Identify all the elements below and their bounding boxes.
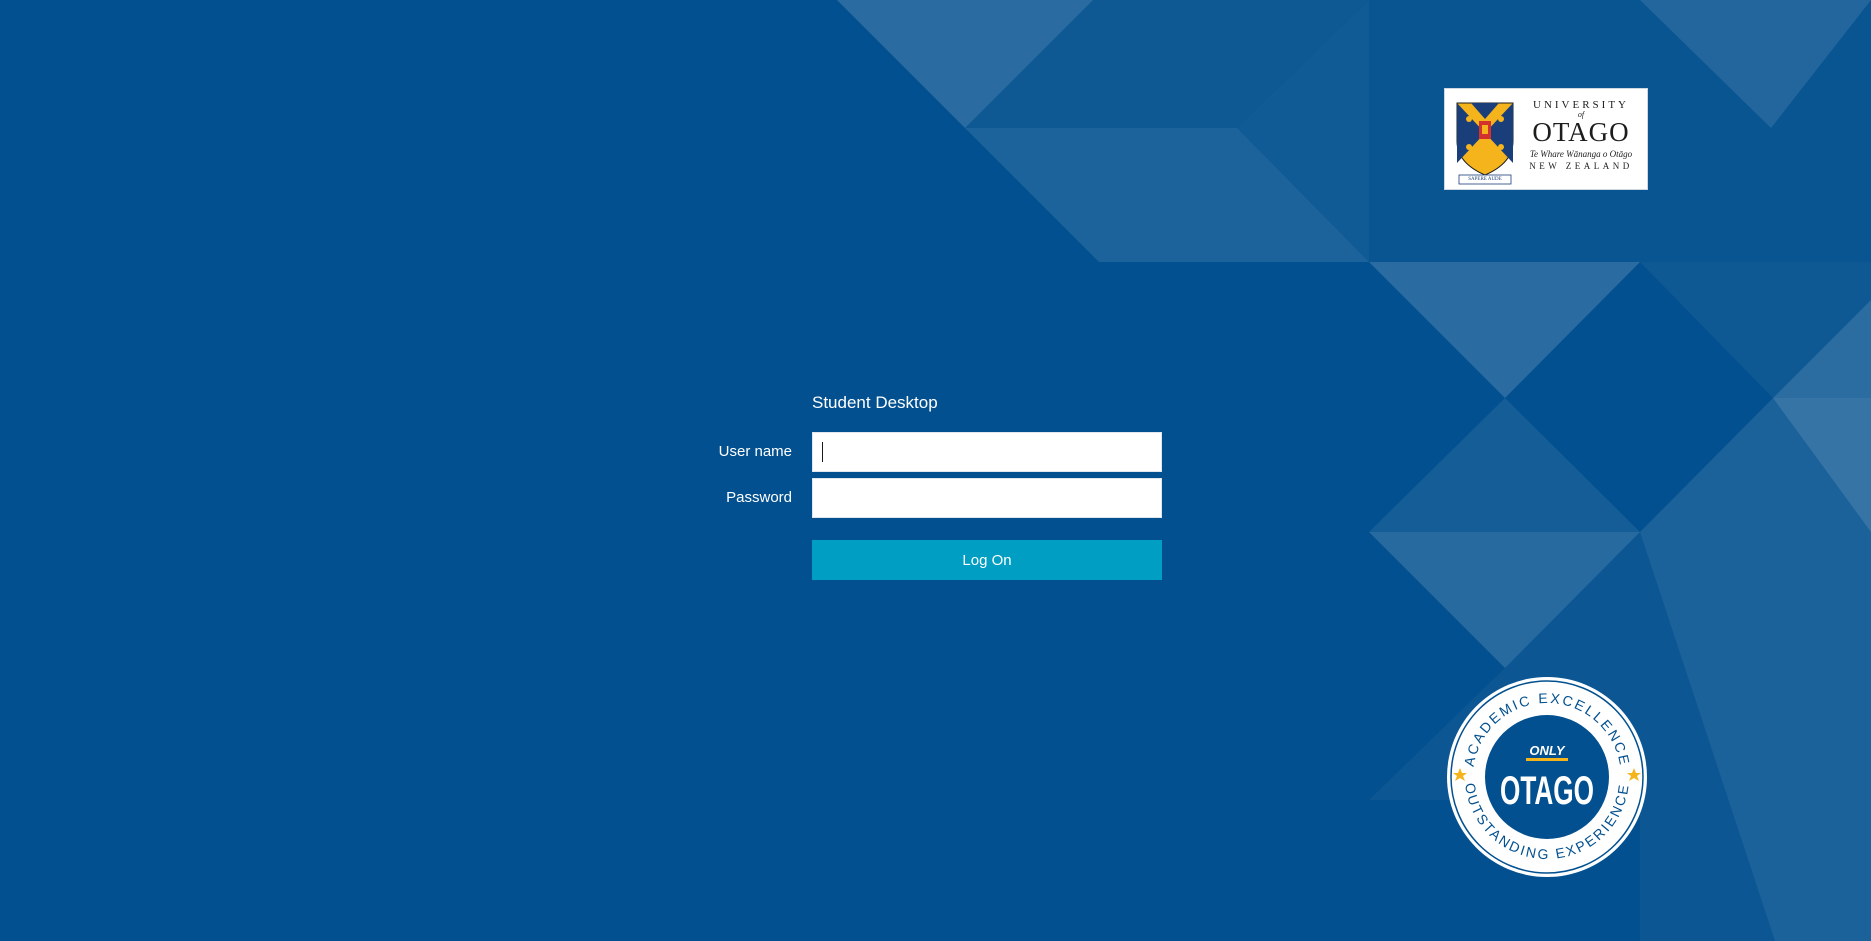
university-otago-text: OTAGO <box>1532 117 1630 147</box>
form-title: Student Desktop <box>812 393 938 412</box>
seal-gold-bar <box>1526 758 1568 761</box>
seal-only-text: ONLY <box>1529 743 1565 758</box>
seal-otago-text: OTAGO <box>1500 769 1594 813</box>
university-country-text: NEW ZEALAND <box>1529 161 1633 171</box>
password-input[interactable] <box>812 478 1162 518</box>
username-label: User name <box>718 443 792 460</box>
university-logo: SAPERE AUDE UNIVERSITY of OTAGO Te Whare… <box>1444 88 1648 190</box>
text-cursor <box>822 442 823 462</box>
username-input[interactable] <box>812 432 1162 472</box>
crest-motto: SAPERE AUDE <box>1468 177 1502 182</box>
university-maori-text: Te Whare Wānanga o Otāgo <box>1529 149 1633 159</box>
only-otago-seal: ACADEMIC EXCELLENCE OUTSTANDING EXPERIEN… <box>1446 676 1648 878</box>
password-label: Password <box>726 489 792 506</box>
logon-button[interactable]: Log On <box>812 540 1162 580</box>
university-wordmark: UNIVERSITY of OTAGO Te Whare Wānanga o O… <box>1519 99 1643 172</box>
crest-icon <box>1456 102 1514 185</box>
